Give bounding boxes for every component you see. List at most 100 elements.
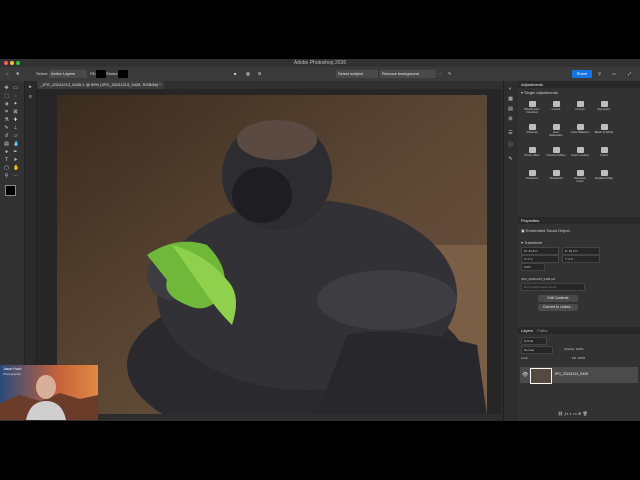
- adj-vibrance[interactable]: Vibrance: [522, 124, 542, 144]
- adj-color-balance[interactable]: Color Balance: [570, 124, 590, 144]
- path-select-icon[interactable]: ➤: [13, 158, 18, 163]
- adj-posterize[interactable]: Posterize: [522, 170, 542, 190]
- height-field[interactable]: H: 16.3 in: [562, 247, 600, 255]
- marquee-icon[interactable]: ⬚: [4, 94, 9, 99]
- tab-paths[interactable]: Paths: [534, 328, 547, 333]
- minimize-window-button[interactable]: [10, 61, 14, 65]
- object-select-icon[interactable]: ⬗: [4, 102, 9, 107]
- adj-brightness-contrast[interactable]: Brightness/ Contrast: [522, 101, 542, 121]
- link-layers-icon[interactable]: ⛓: [558, 411, 563, 416]
- remove-background-button[interactable]: Remove background: [380, 70, 436, 78]
- stop-icon[interactable]: ■: [232, 70, 238, 78]
- more-tools-icon[interactable]: ⋯: [13, 174, 18, 179]
- new-layer-icon[interactable]: ⊕: [578, 411, 581, 416]
- home-icon[interactable]: ⌂: [4, 70, 10, 78]
- zoom-icon[interactable]: ⚲: [4, 174, 9, 179]
- adj-photo-filter[interactable]: Photo Filter: [522, 147, 542, 167]
- blur-icon[interactable]: 💧: [13, 142, 19, 147]
- quick-select-icon[interactable]: ✦: [13, 102, 18, 107]
- color-panel-icon[interactable]: ◐: [508, 87, 513, 92]
- trash-icon[interactable]: 🗑: [583, 411, 588, 416]
- foreground-color-swatch[interactable]: [5, 185, 16, 196]
- tab-layers[interactable]: Layers: [518, 328, 533, 333]
- panel-icon-strip: ◐ ▦ ▤ ⊞ ☰ ⓘ ✎: [503, 81, 519, 421]
- mask-icon[interactable]: ◐: [570, 411, 572, 416]
- layer-thumbnail: [530, 368, 552, 384]
- adj-invert[interactable]: Invert: [594, 147, 614, 167]
- artboard-icon[interactable]: ▭: [13, 86, 18, 91]
- brush-tool-icon[interactable]: ✎: [4, 126, 9, 131]
- crop-icon[interactable]: ⌗: [4, 110, 9, 115]
- adj-levels[interactable]: Levels: [546, 101, 566, 121]
- adj-color-lookup[interactable]: Color Lookup: [570, 147, 590, 167]
- angle-field[interactable]: 0.00°: [521, 263, 545, 271]
- libraries-panel-icon[interactable]: ☰: [508, 131, 513, 136]
- shape-icon[interactable]: ▢: [4, 166, 9, 171]
- align-icon[interactable]: ▦: [244, 70, 252, 78]
- workspace-icon[interactable]: ▭: [610, 70, 618, 78]
- canvas-area[interactable]: [37, 89, 501, 415]
- pen-icon[interactable]: ✒: [13, 150, 18, 155]
- properties-strip-icon[interactable]: ≡: [28, 95, 33, 100]
- visibility-eye-icon[interactable]: 👁: [522, 372, 528, 378]
- stroke-swatch[interactable]: [118, 70, 128, 78]
- webcam-overlay: Jason Hoch Photographer: [0, 365, 98, 420]
- y-field[interactable]: Y: 0 in: [562, 255, 600, 263]
- select-dropdown[interactable]: Active Layers: [49, 70, 87, 78]
- adj-curves[interactable]: Curves: [570, 101, 590, 121]
- adj-gradient-map[interactable]: Gradient Map: [594, 170, 614, 190]
- convert-to-linked-button[interactable]: Convert to Linked...: [538, 304, 578, 311]
- move-icon[interactable]: ✥: [4, 86, 9, 91]
- blend-mode-dropdown[interactable]: Normal: [521, 346, 553, 354]
- brush-icon[interactable]: ✎: [446, 70, 453, 78]
- type-icon[interactable]: T: [4, 158, 9, 163]
- width-field[interactable]: W: 21.8 in: [521, 247, 559, 255]
- patterns-panel-icon[interactable]: ⊞: [508, 117, 513, 122]
- gradients-panel-icon[interactable]: ▤: [508, 107, 513, 112]
- frame-icon[interactable]: ⊠: [13, 110, 18, 115]
- gradient-icon[interactable]: ▤: [4, 142, 9, 147]
- lasso-icon[interactable]: ◌: [13, 94, 18, 99]
- adj-selective-color[interactable]: Selective Color: [570, 170, 590, 190]
- eraser-icon[interactable]: ▱: [13, 134, 18, 139]
- dodge-icon[interactable]: ●: [4, 150, 9, 155]
- new-group-icon[interactable]: ▭: [573, 411, 577, 416]
- edit-contents-button[interactable]: Edit Contents: [538, 295, 578, 302]
- info-panel-icon[interactable]: ⓘ: [508, 143, 513, 148]
- x-field[interactable]: X: 0 in: [521, 255, 559, 263]
- history-icon[interactable]: ▸: [28, 85, 33, 90]
- share-button[interactable]: Share: [572, 70, 592, 78]
- adj-black-white[interactable]: Black & White: [594, 124, 614, 144]
- layer-row[interactable]: 👁 JPG_20241213_5428: [520, 367, 638, 384]
- arrange-icon[interactable]: ⊞: [256, 70, 263, 78]
- move-tool-icon[interactable]: ✥: [14, 70, 21, 78]
- layer-name[interactable]: JPG_20241213_5428: [554, 372, 588, 376]
- swatches-panel-icon[interactable]: ▦: [508, 97, 513, 102]
- brushes-panel-icon[interactable]: ✎: [508, 157, 513, 162]
- layer-filter-kind[interactable]: Q Kind: [521, 337, 547, 345]
- fill-control[interactable]: Fill: 100%: [572, 356, 585, 360]
- smart-object-kind: ▣ Embedded Smart Object: [521, 228, 570, 233]
- history-brush-icon[interactable]: ↺: [4, 134, 9, 139]
- layer-comp-dropdown[interactable]: Don't Apply Layer Comp: [521, 283, 585, 291]
- expand-icon[interactable]: ⤢: [626, 70, 633, 78]
- smart-object-filename: JPG_20241213_5428.psf: [521, 277, 556, 281]
- opacity-control[interactable]: Opacity: 100%: [564, 347, 584, 351]
- stamp-icon[interactable]: ⊥: [13, 126, 18, 131]
- search-icon[interactable]: ⚲: [596, 70, 603, 78]
- adj-threshold[interactable]: Threshold: [546, 170, 566, 190]
- adj-hue-saturation[interactable]: Hue/ Saturation: [546, 124, 566, 144]
- adj-channel-mixer[interactable]: Channel Mixer: [546, 147, 566, 167]
- close-window-button[interactable]: [4, 61, 8, 65]
- adj-exposure[interactable]: Exposure: [594, 101, 614, 121]
- single-adjustments-label: ▾ Single adjustments: [521, 90, 558, 95]
- document-tab[interactable]: _JPG_20241213_5428-1 @ 59% (JPG_20241213…: [37, 81, 164, 89]
- select-subject-button[interactable]: Select subject: [336, 70, 378, 78]
- more-options-icon[interactable]: ⋯: [436, 70, 444, 78]
- healing-icon[interactable]: ✚: [13, 118, 18, 123]
- fx-icon[interactable]: ƒx: [564, 411, 568, 416]
- maximize-window-button[interactable]: [16, 61, 20, 65]
- eyedropper-icon[interactable]: ⚗: [4, 118, 9, 123]
- right-panels: Adjustments ▾ Single adjustments Brightn…: [518, 81, 640, 421]
- hand-icon[interactable]: ✋: [13, 166, 19, 171]
